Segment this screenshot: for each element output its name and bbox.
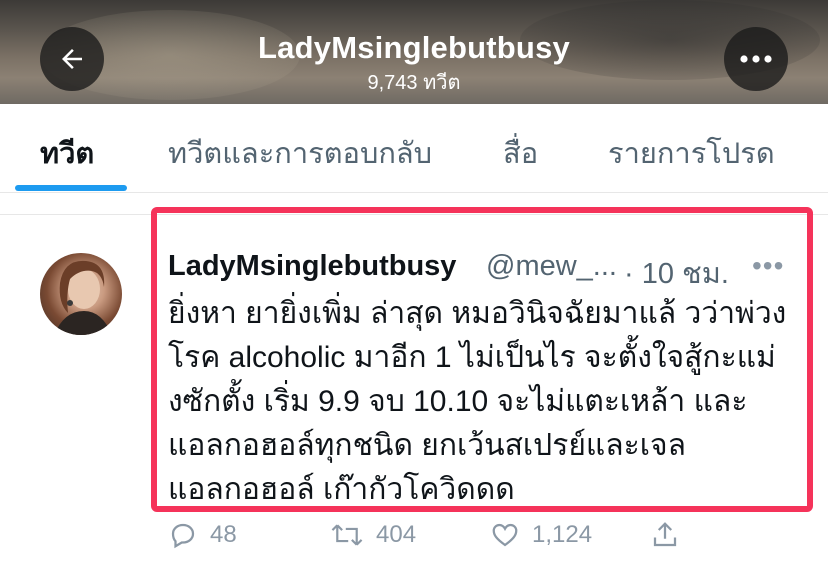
retweet-count: 404	[376, 521, 417, 548]
like-button[interactable]: 1,124	[490, 520, 592, 550]
share-button[interactable]	[650, 520, 680, 550]
tab-tweets[interactable]: ทวีต	[40, 130, 94, 176]
avatar-image	[54, 260, 112, 335]
tweet-actions: 48 404 1,124	[0, 512, 828, 564]
avatar[interactable]	[40, 253, 122, 335]
reply-count: 48	[210, 521, 237, 548]
tab-likes[interactable]: รายการโปรด	[608, 130, 775, 176]
retweet-button[interactable]: 404	[330, 520, 416, 550]
reply-button[interactable]: 48	[168, 520, 237, 550]
heart-icon	[492, 523, 518, 547]
profile-tabs: ทวีต ทวีตและการตอบกลับ สื่อ รายการโปรด	[0, 104, 828, 193]
tweet-count: 9,743 ทวีต	[367, 72, 461, 94]
more-button[interactable]	[724, 27, 788, 91]
active-tab-indicator	[15, 185, 127, 191]
header-title: LadyMsinglebutbusy	[258, 30, 570, 65]
like-count: 1,124	[532, 521, 593, 548]
tab-tweets-and-replies[interactable]: ทวีตและการตอบกลับ	[168, 130, 432, 176]
highlight-box	[151, 207, 813, 512]
profile-header: LadyMsinglebutbusy 9,743 ทวีต	[0, 0, 828, 104]
more-horizontal-icon	[740, 55, 772, 63]
retweet-icon	[331, 524, 363, 546]
tab-media[interactable]: สื่อ	[503, 130, 538, 176]
share-icon	[653, 522, 677, 547]
reply-icon	[171, 523, 195, 549]
